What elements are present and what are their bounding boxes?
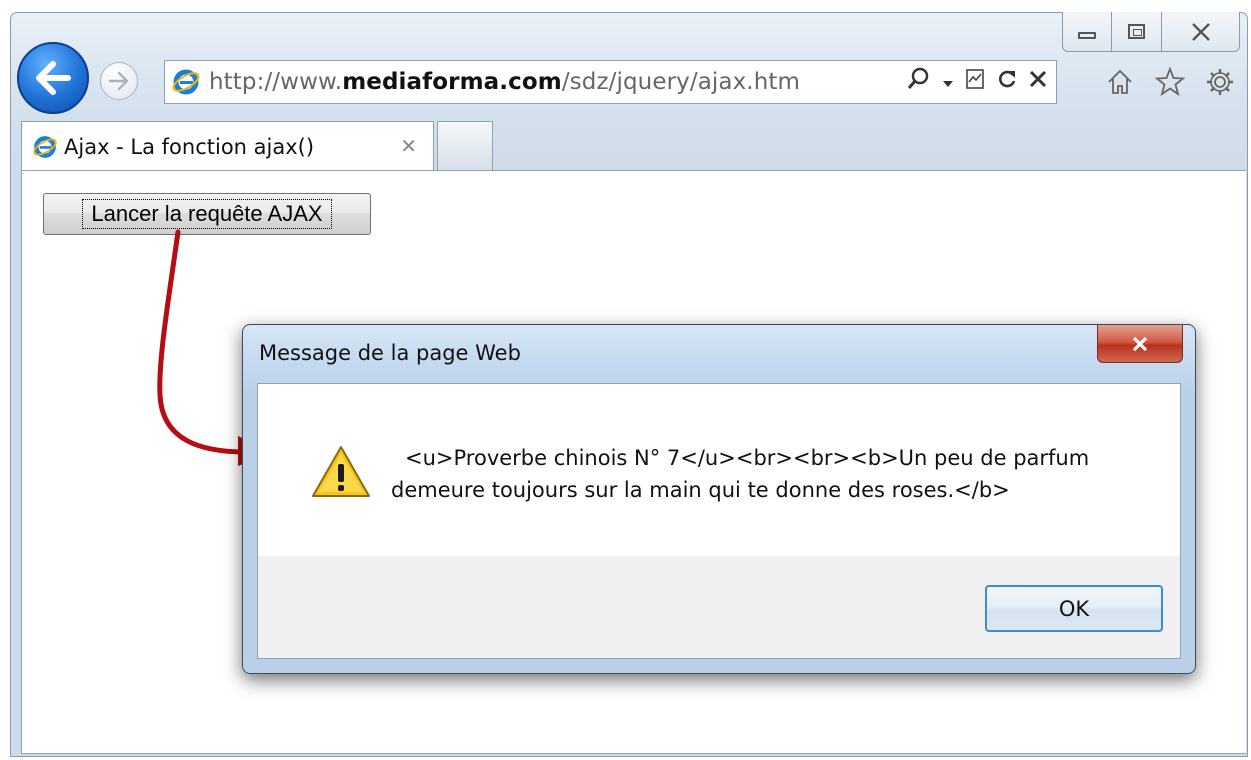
search-dropdown[interactable]: [942, 70, 954, 95]
close-icon: [1191, 22, 1210, 41]
ie-logo-icon: [172, 69, 200, 95]
forward-arrow-icon: [108, 71, 129, 91]
dialog-message: <u>Proverbe chinois N° 7</u><br><br><b>U…: [391, 442, 1151, 506]
search-icon: [907, 67, 929, 89]
back-button[interactable]: [17, 42, 89, 114]
tab-close-button[interactable]: ✕: [400, 134, 417, 158]
minimize-button[interactable]: [1062, 12, 1112, 52]
stop-icon: [1029, 70, 1047, 88]
compat-view-button[interactable]: [964, 68, 986, 96]
ok-button[interactable]: OK: [985, 585, 1163, 632]
dialog-body: <u>Proverbe chinois N° 7</u><br><br><b>U…: [257, 383, 1181, 659]
window-caption-buttons: [1062, 12, 1240, 52]
tab-ajax[interactable]: Ajax - La fonction ajax() ✕: [21, 121, 434, 171]
address-tools: [906, 61, 1048, 103]
maximize-button[interactable]: [1112, 12, 1162, 52]
new-tab-button[interactable]: [437, 121, 493, 170]
address-bar[interactable]: http://www.mediaforma.com/sdz/jquery/aja…: [164, 60, 1057, 104]
tab-title: Ajax - La fonction ajax(): [64, 134, 315, 159]
search-button[interactable]: [906, 66, 932, 98]
tools-button[interactable]: [1204, 66, 1236, 98]
close-icon: [1132, 336, 1148, 351]
forward-button[interactable]: [100, 62, 138, 100]
url-text: http://www.mediaforma.com/sdz/jquery/aja…: [209, 69, 801, 95]
refresh-button[interactable]: [996, 68, 1018, 96]
dialog-message-line-2: demeure toujours sur la main qui te donn…: [391, 478, 1010, 502]
window-close-button[interactable]: [1162, 12, 1240, 52]
chevron-down-icon: [943, 80, 953, 87]
stop-button[interactable]: [1028, 69, 1048, 95]
favorites-button[interactable]: [1154, 66, 1186, 98]
launch-ajax-button[interactable]: Lancer la requête AJAX: [43, 193, 371, 235]
maximize-icon: [1128, 24, 1145, 39]
minimize-icon: [1078, 32, 1096, 39]
favorites-star-icon: [1154, 66, 1186, 97]
back-arrow-icon: [36, 61, 71, 95]
home-icon: [1108, 69, 1132, 94]
home-button[interactable]: [1104, 66, 1136, 98]
warning-icon: [312, 446, 370, 497]
compat-view-icon: [966, 69, 984, 89]
refresh-icon: [999, 70, 1016, 88]
browser-command-icons: [1104, 66, 1236, 98]
launch-ajax-label: Lancer la requête AJAX: [82, 199, 332, 229]
dialog-close-button[interactable]: [1097, 325, 1183, 363]
ie-logo-icon: [33, 135, 57, 158]
dialog-message-line-1: <u>Proverbe chinois N° 7</u><br><br><b>U…: [405, 446, 1090, 470]
alert-dialog: Message de la page Web <u>Proverbe chino…: [242, 324, 1196, 674]
dialog-title: Message de la page Web: [259, 341, 521, 365]
gear-icon: [1207, 69, 1233, 95]
